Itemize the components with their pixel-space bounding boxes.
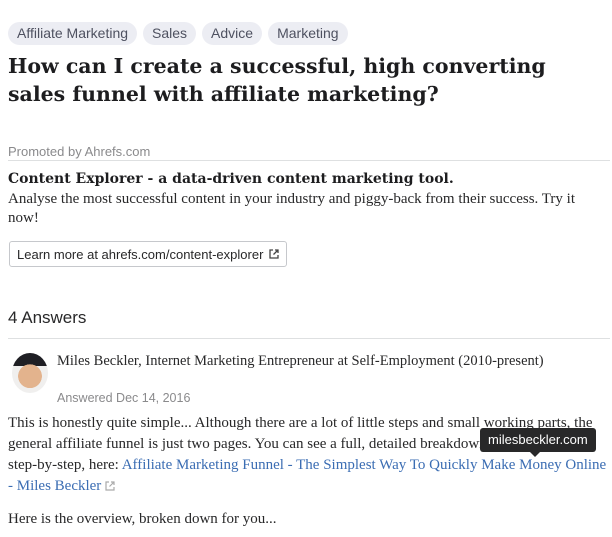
ad-body: Analyse the most successful content in y… [8, 191, 575, 226]
ad-headline[interactable]: Content Explorer - a data-driven content… [8, 171, 454, 187]
question-title[interactable]: How can I create a successful, high conv… [8, 52, 598, 108]
external-link-icon [269, 249, 280, 259]
topic-tags: Affiliate Marketing Sales Advice Marketi… [8, 22, 348, 45]
divider [8, 338, 610, 339]
avatar[interactable] [12, 353, 48, 393]
tag-sales[interactable]: Sales [143, 22, 197, 45]
author-credential[interactable]: Miles Beckler, Internet Marketing Entrep… [57, 353, 577, 370]
answer-body: This is honestly quite simple... Althoug… [8, 413, 610, 497]
link-tooltip: milesbeckler.com [480, 428, 596, 457]
learn-more-button[interactable]: Learn more at ahrefs.com/content-explore… [9, 241, 288, 267]
answer-overview: Here is the overview, broken down for yo… [8, 511, 277, 527]
promoted-label: Promoted by Ahrefs.com [8, 144, 151, 159]
answered-date[interactable]: Answered Dec 14, 2016 [57, 391, 190, 405]
tag-affiliate-marketing[interactable]: Affiliate Marketing [8, 22, 138, 45]
tag-marketing[interactable]: Marketing [268, 22, 348, 45]
learn-more-label: Learn more at ahrefs.com/content-explore… [17, 246, 264, 262]
tag-advice[interactable]: Advice [202, 22, 263, 45]
divider [8, 160, 610, 161]
answers-count: 4 Answers [8, 308, 87, 327]
external-link-icon [105, 481, 115, 491]
